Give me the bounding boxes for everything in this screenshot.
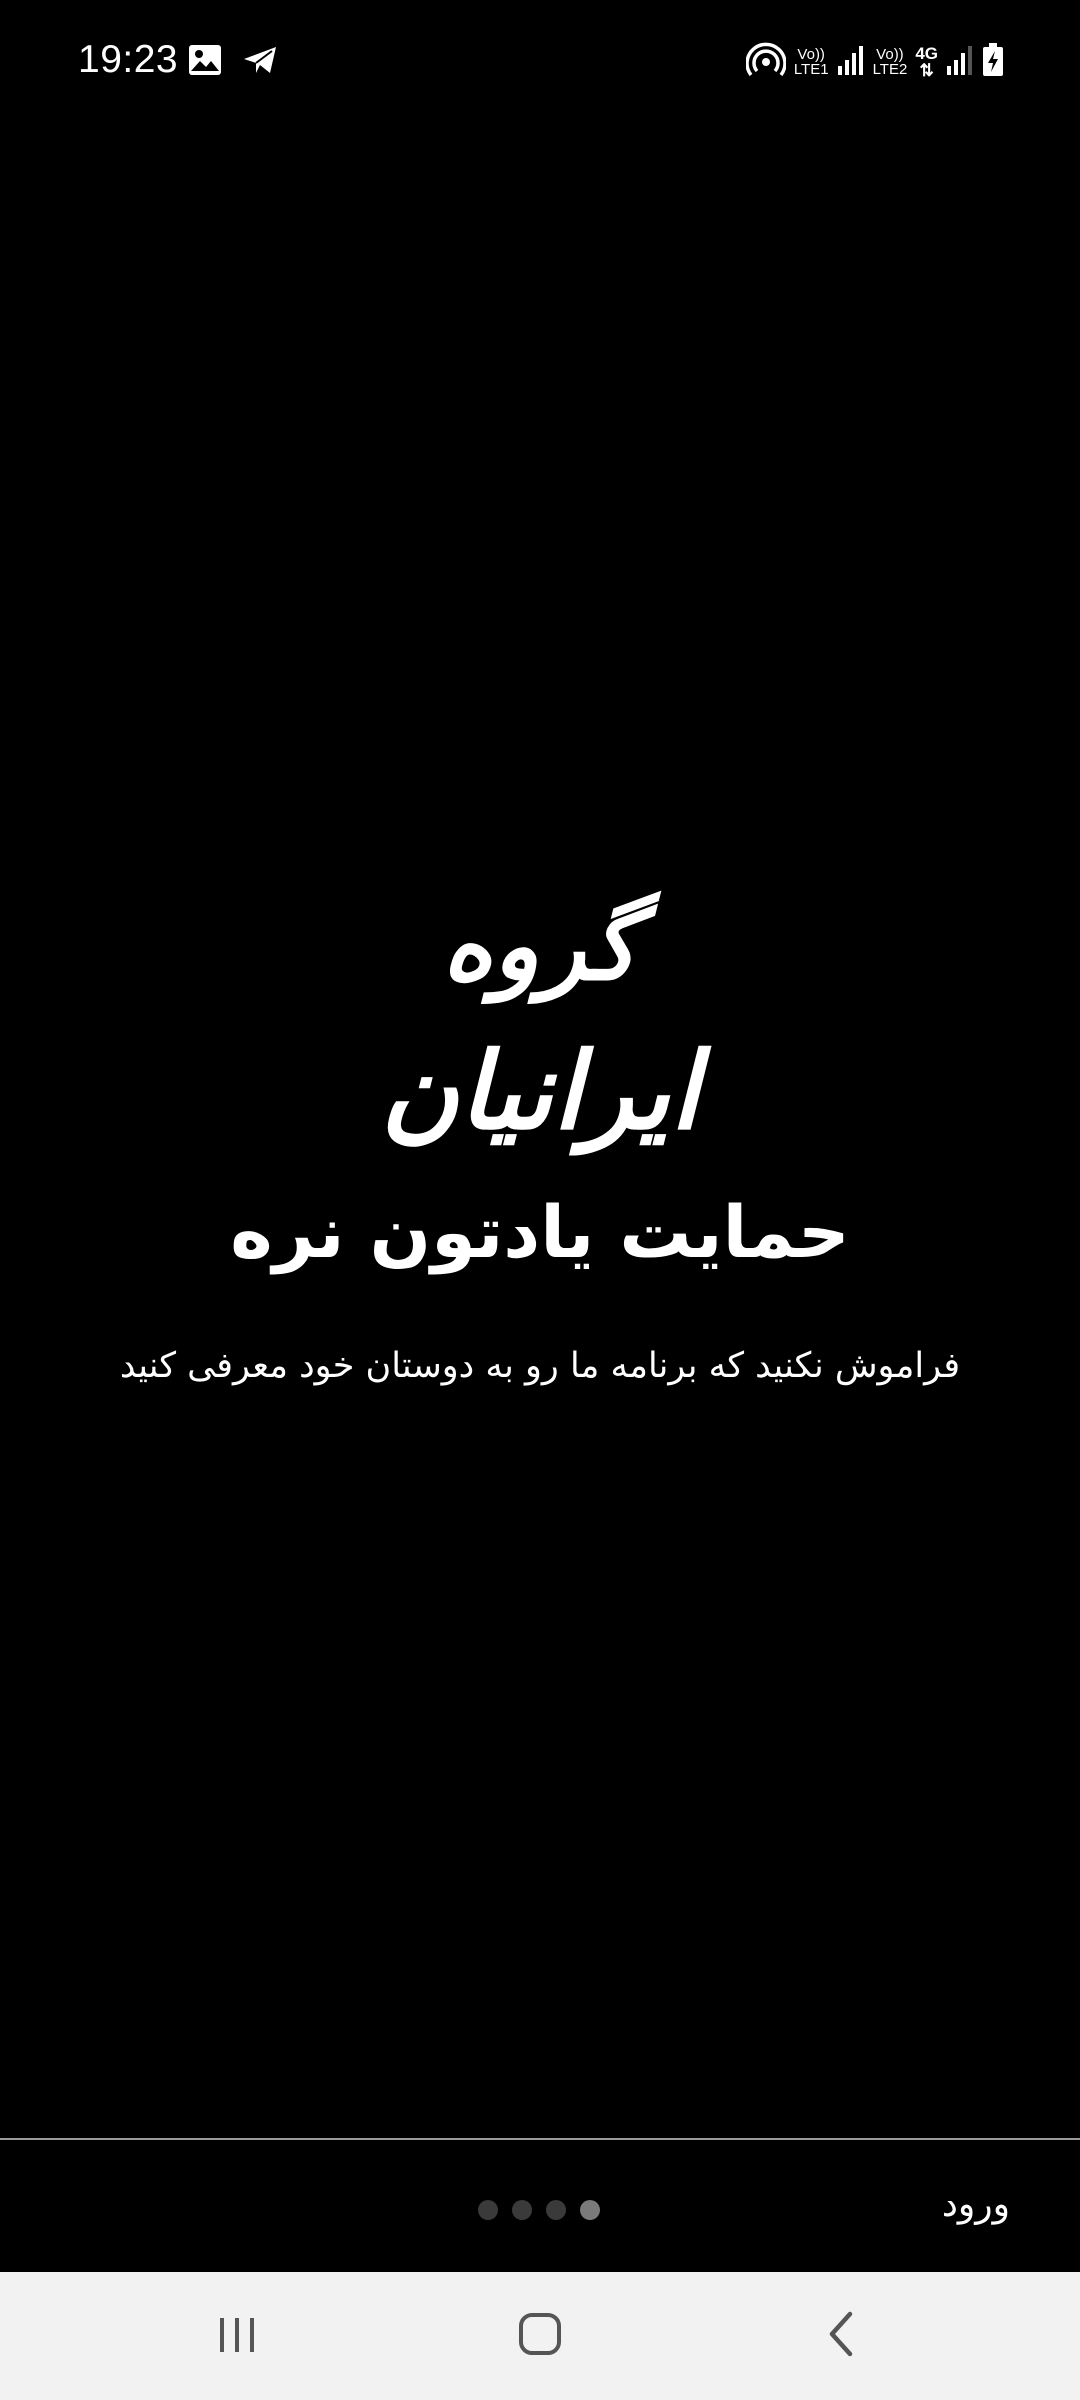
send-icon [242,45,278,79]
page-dot-4-active[interactable] [580,2200,600,2220]
sim2-lte: LTE2 [872,61,908,78]
page-dot-3[interactable] [546,2200,566,2220]
image-icon [188,44,222,80]
network-4g: 4G [915,44,938,63]
notification-icons [188,44,278,80]
system-status-icons: Vo)) LTE1 Vo)) LTE2 4G ⇅ [745,40,1004,84]
home-icon [516,2310,564,2362]
login-button[interactable]: ورود [942,2184,1010,2225]
hotspot-icon [745,42,787,82]
sim2-volte: Vo)) [876,46,904,63]
recents-button[interactable] [198,2300,278,2372]
status-bar: 19:23 Vo)) LTE1 Vo)) LTE2 4G ⇅ [0,0,1080,120]
sim1-volte: Vo)) [797,46,825,63]
title-line-2: ایرانیان [380,1030,700,1153]
home-button[interactable] [500,2300,580,2372]
sim2-label: Vo)) LTE2 [873,47,908,77]
title-line-1: گروه [442,890,638,1002]
sim1-label: Vo)) LTE1 [794,47,829,77]
title-line-3: حمایت یادتون نره [230,1190,850,1274]
battery-charging-icon [982,43,1004,81]
page-dot-1[interactable] [478,2200,498,2220]
signal-sim1-icon [837,44,865,80]
network-type: 4G ⇅ [915,45,938,79]
back-icon [822,2310,862,2362]
page-indicator [478,2200,600,2220]
sim1-lte: LTE1 [793,61,829,78]
data-arrows-icon: ⇅ [919,61,934,80]
back-button[interactable] [802,2300,882,2372]
status-time: 19:23 [78,38,179,81]
page-dot-2[interactable] [512,2200,532,2220]
recents-icon [216,2314,260,2358]
signal-sim2-icon [946,44,974,80]
onboarding-subtitle: فراموش نکنید که برنامه ما رو به دوستان خ… [119,1346,961,1386]
